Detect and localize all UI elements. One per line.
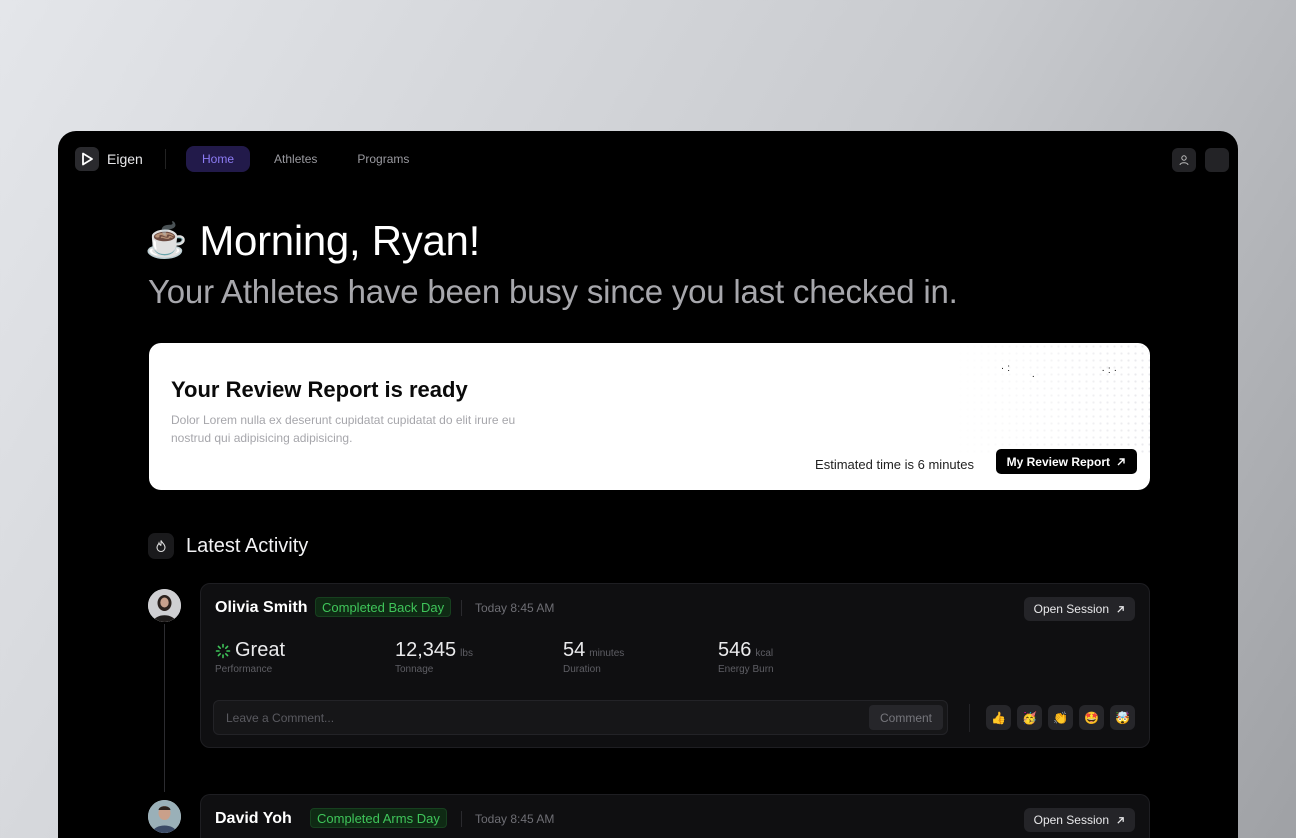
open-session-label: Open Session: [1033, 602, 1109, 616]
comment-button[interactable]: Comment: [868, 705, 943, 730]
stat-value: Great: [235, 639, 286, 661]
activity-card: Olivia Smith Completed Back Day Today 8:…: [200, 583, 1150, 748]
athlete-name[interactable]: David Yoh: [215, 810, 292, 828]
loading-spinner-icon: [215, 643, 231, 658]
activity-card: David Yoh Completed Arms Day Today 8:45 …: [200, 794, 1150, 838]
thumbs-up-reaction[interactable]: 👍: [986, 705, 1011, 730]
party-reaction[interactable]: 🥳: [1017, 705, 1042, 730]
comment-box: Comment: [213, 700, 948, 735]
my-review-report-button[interactable]: My Review Report: [995, 449, 1137, 474]
review-button-label: My Review Report: [1006, 454, 1110, 469]
open-session-button[interactable]: Open Session: [1023, 808, 1135, 832]
open-session-button[interactable]: Open Session: [1023, 597, 1135, 621]
stat-value: 12,345: [395, 639, 457, 661]
brand[interactable]: Eigen: [75, 147, 143, 171]
nav-home[interactable]: Home: [186, 146, 251, 172]
clap-reaction[interactable]: 👏: [1048, 705, 1073, 730]
page-subtitle: Your Athletes have been busy since you l…: [148, 273, 958, 310]
top-right-actions: [1172, 148, 1229, 172]
play-logo-icon: [75, 147, 99, 171]
mind-blown-reaction[interactable]: 🤯: [1110, 705, 1135, 730]
stat-duration: 54 minutes Duration: [563, 639, 624, 675]
review-description: Dolor Lorem nulla ex deserunt cupidatat …: [171, 413, 516, 445]
stat-performance: Great Performance: [215, 639, 285, 675]
stat-unit: kcal: [755, 648, 774, 659]
star-struck-reaction[interactable]: 🤩: [1079, 705, 1104, 730]
review-estimate: Estimated time is 6 minutes: [815, 457, 974, 472]
activity-time: Today 8:45 AM: [475, 601, 555, 615]
stat-label: Performance: [215, 664, 273, 675]
timeline-line: [164, 624, 165, 792]
activity-time: Today 8:45 AM: [475, 812, 555, 826]
review-title: Your Review Report is ready: [171, 377, 468, 402]
arrow-up-right-icon: [1117, 605, 1124, 613]
stat-value: 546: [718, 639, 752, 661]
divider: [165, 149, 166, 169]
page-title: Morning, Ryan!: [199, 217, 480, 264]
stat-unit: minutes: [589, 648, 625, 659]
status-badge: Completed Back Day: [315, 597, 452, 617]
dot-pattern: [950, 343, 1150, 453]
comment-input[interactable]: [214, 701, 854, 734]
avatar[interactable]: [148, 800, 181, 833]
avatar[interactable]: [148, 589, 181, 622]
profile-button[interactable]: [1172, 148, 1196, 172]
stat-label: Tonnage: [395, 664, 434, 675]
settings-button[interactable]: [1205, 148, 1229, 172]
latest-activity-header: Latest Activity: [148, 533, 308, 559]
flame-icon: [148, 533, 174, 559]
stat-label: Duration: [563, 664, 601, 675]
top-bar: Eigen Home Athletes Programs: [58, 131, 1238, 187]
athlete-name[interactable]: Olivia Smith: [215, 599, 307, 617]
latest-activity-title: Latest Activity: [186, 534, 309, 557]
stat-tonnage: 12,345 lbs Tonnage: [395, 639, 473, 675]
reactions: 👍 🥳 👏 🤩 🤯: [986, 705, 1135, 730]
stat-label: Energy Burn: [718, 664, 774, 675]
stat-energy-burn: 546 kcal Energy Burn: [718, 639, 774, 675]
divider: [969, 704, 970, 732]
divider: [461, 811, 462, 827]
status-badge: Completed Arms Day: [310, 808, 447, 828]
stat-value: 54: [563, 639, 586, 661]
arrow-up-right-icon: [1117, 816, 1124, 824]
brand-name: Eigen: [107, 151, 143, 167]
coffee-icon: ☕: [145, 222, 188, 260]
nav-programs[interactable]: Programs: [341, 146, 425, 172]
user-icon: [1179, 155, 1189, 166]
sparkle-icon: ·:: [1000, 363, 1013, 374]
divider: [461, 600, 462, 616]
sparkle-icon: ·: [1031, 371, 1038, 382]
nav-athletes[interactable]: Athletes: [258, 146, 333, 172]
stat-unit: lbs: [460, 648, 473, 659]
main-nav: Home Athletes Programs: [186, 146, 425, 172]
review-report-card: ·: · ·:· Your Review Report is ready Dol…: [149, 343, 1150, 490]
sparkle-icon: ·:·: [1101, 365, 1120, 376]
arrow-up-right-icon: [1117, 457, 1125, 465]
open-session-label: Open Session: [1033, 813, 1109, 827]
app-window: Eigen Home Athletes Programs ☕ Morning, …: [58, 131, 1238, 838]
greeting: ☕ Morning, Ryan!: [145, 217, 480, 265]
